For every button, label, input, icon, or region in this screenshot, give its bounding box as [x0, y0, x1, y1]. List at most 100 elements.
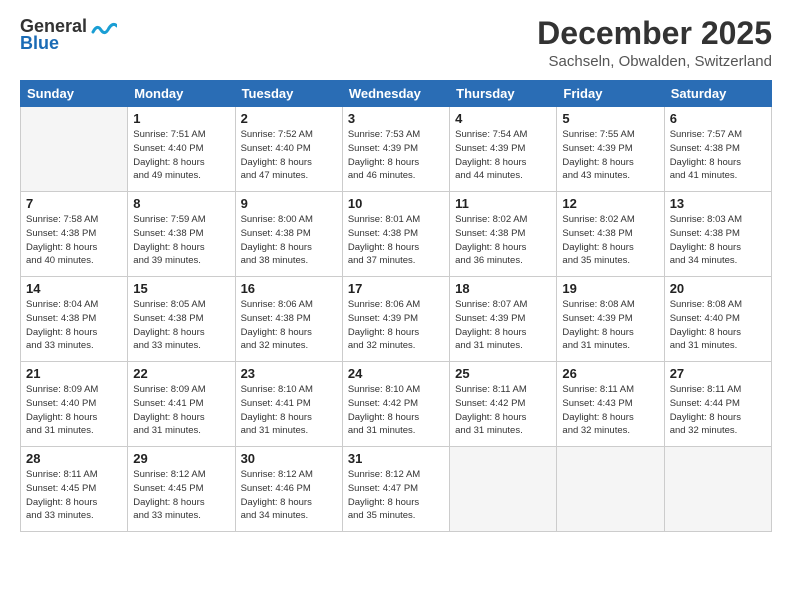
table-row [450, 447, 557, 532]
cell-line: Sunrise: 7:53 AM [348, 128, 444, 142]
cell-line: Sunset: 4:38 PM [133, 227, 229, 241]
cell-line: Daylight: 8 hours [348, 156, 444, 170]
cell-content: Sunrise: 8:10 AMSunset: 4:42 PMDaylight:… [348, 383, 444, 438]
cell-line: Daylight: 8 hours [455, 156, 551, 170]
table-row: 11Sunrise: 8:02 AMSunset: 4:38 PMDayligh… [450, 192, 557, 277]
cell-line: Sunset: 4:42 PM [455, 397, 551, 411]
cell-content: Sunrise: 8:04 AMSunset: 4:38 PMDaylight:… [26, 298, 122, 353]
cell-line: Sunrise: 8:09 AM [133, 383, 229, 397]
calendar-header-row: Sunday Monday Tuesday Wednesday Thursday… [21, 81, 772, 107]
cell-line: Sunrise: 8:01 AM [348, 213, 444, 227]
table-row: 22Sunrise: 8:09 AMSunset: 4:41 PMDayligh… [128, 362, 235, 447]
cell-line: Sunset: 4:40 PM [133, 142, 229, 156]
cell-line: Sunrise: 8:02 AM [562, 213, 658, 227]
cell-line: Sunset: 4:39 PM [562, 142, 658, 156]
table-row: 14 Sunrise: 8:04 AMSunset: 4:38 PMDayligh… [21, 277, 128, 362]
day-number: 16 [241, 281, 337, 296]
cell-line: and 44 minutes. [455, 169, 551, 183]
cell-content: Sunrise: 8:11 AMSunset: 4:43 PMDaylight:… [562, 383, 658, 438]
cell-line: Sunset: 4:45 PM [133, 482, 229, 496]
cell-line: Sunrise: 8:07 AM [455, 298, 551, 312]
table-row: 10 Sunrise: 8:01 AMSunset: 4:38 PMDayligh… [342, 192, 449, 277]
cell-content: Sunrise: 7:54 AMSunset: 4:39 PMDaylight:… [455, 128, 551, 183]
cell-content: Sunrise: 8:05 AMSunset: 4:38 PMDaylight:… [133, 298, 229, 353]
cell-line: Daylight: 8 hours [562, 241, 658, 255]
cell-line: Sunset: 4:46 PM [241, 482, 337, 496]
cell-line: Sunrise: 8:08 AM [562, 298, 658, 312]
cell-line: Daylight: 8 hours [133, 241, 229, 255]
cell-line: and 49 minutes. [133, 169, 229, 183]
cell-content: Sunrise: 7:51 AMSunset: 4:40 PMDaylight:… [133, 128, 229, 183]
day-number: 14 [26, 281, 122, 296]
cell-line: and 32 minutes. [562, 424, 658, 438]
table-row: 29Sunrise: 8:12 AMSunset: 4:45 PMDayligh… [128, 447, 235, 532]
table-row: 23Sunrise: 8:10 AMSunset: 4:41 PMDayligh… [235, 362, 342, 447]
cell-line: and 39 minutes. [133, 254, 229, 268]
cell-line: Daylight: 8 hours [562, 156, 658, 170]
cell-content: Sunrise: 7:59 AMSunset: 4:38 PMDaylight:… [133, 213, 229, 268]
cell-line: Sunset: 4:42 PM [348, 397, 444, 411]
table-row: 20 Sunrise: 8:08 AMSunset: 4:40 PMDayligh… [664, 277, 771, 362]
cell-line: Daylight: 8 hours [348, 326, 444, 340]
table-row: 21Sunrise: 8:09 AMSunset: 4:40 PMDayligh… [21, 362, 128, 447]
cell-content: Sunrise: 8:02 AMSunset: 4:38 PMDaylight:… [455, 213, 551, 268]
table-row: 27Sunrise: 8:11 AMSunset: 4:44 PMDayligh… [664, 362, 771, 447]
table-row: 6Sunrise: 7:57 AMSunset: 4:38 PMDaylight… [664, 107, 771, 192]
cell-line: and 31 minutes. [241, 424, 337, 438]
cell-content: Sunrise: 7:55 AMSunset: 4:39 PMDaylight:… [562, 128, 658, 183]
cell-line: Sunrise: 8:11 AM [455, 383, 551, 397]
cell-line: Daylight: 8 hours [670, 156, 766, 170]
cell-line: Sunrise: 8:09 AM [26, 383, 122, 397]
col-tuesday: Tuesday [235, 81, 342, 107]
cell-line: Daylight: 8 hours [26, 411, 122, 425]
cell-line: Daylight: 8 hours [26, 496, 122, 510]
cell-line: Sunrise: 8:11 AM [562, 383, 658, 397]
cell-line: and 32 minutes. [241, 339, 337, 353]
cell-line: Sunset: 4:41 PM [133, 397, 229, 411]
day-number: 25 [455, 366, 551, 381]
day-number: 10 [348, 196, 444, 211]
cell-line: Sunset: 4:38 PM [26, 227, 122, 241]
table-row: 25 Sunrise: 8:11 AMSunset: 4:42 PMDayligh… [450, 362, 557, 447]
cell-line: Sunrise: 8:08 AM [670, 298, 766, 312]
logo-wave-icon [89, 18, 117, 36]
cell-line: Daylight: 8 hours [455, 411, 551, 425]
cell-line: Sunset: 4:39 PM [455, 142, 551, 156]
day-number: 24 [348, 366, 444, 381]
cell-line: Sunset: 4:40 PM [670, 312, 766, 326]
cell-line: Sunset: 4:38 PM [670, 227, 766, 241]
col-friday: Friday [557, 81, 664, 107]
cell-line: Sunset: 4:38 PM [670, 142, 766, 156]
cell-content: Sunrise: 8:12 AMSunset: 4:45 PMDaylight:… [133, 468, 229, 523]
day-number: 7 [26, 196, 122, 211]
cell-line: Sunrise: 8:12 AM [133, 468, 229, 482]
cell-content: Sunrise: 8:01 AMSunset: 4:38 PMDaylight:… [348, 213, 444, 268]
logo: General Blue [20, 16, 117, 54]
cell-line: Daylight: 8 hours [562, 326, 658, 340]
cell-line: Daylight: 8 hours [133, 496, 229, 510]
table-row: 5Sunrise: 7:55 AMSunset: 4:39 PMDaylight… [557, 107, 664, 192]
cell-line: Sunrise: 7:57 AM [670, 128, 766, 142]
cell-content: Sunrise: 8:02 AMSunset: 4:38 PMDaylight:… [562, 213, 658, 268]
cell-content: Sunrise: 8:07 AMSunset: 4:39 PMDaylight:… [455, 298, 551, 353]
table-row: 13Sunrise: 8:03 AMSunset: 4:38 PMDayligh… [664, 192, 771, 277]
cell-line: Sunset: 4:38 PM [562, 227, 658, 241]
header: General Blue December 2025 Sachseln, Obw… [20, 16, 772, 70]
day-number: 1 [133, 111, 229, 126]
day-number: 12 [562, 196, 658, 211]
day-number: 15 [133, 281, 229, 296]
location-subtitle: Sachseln, Obwalden, Switzerland [537, 53, 772, 70]
cell-content: Sunrise: 8:10 AMSunset: 4:41 PMDaylight:… [241, 383, 337, 438]
cell-content: Sunrise: 8:11 AMSunset: 4:44 PMDaylight:… [670, 383, 766, 438]
day-number: 18 [455, 281, 551, 296]
day-number: 28 [26, 451, 122, 466]
cell-line: and 38 minutes. [241, 254, 337, 268]
cell-line: Sunset: 4:39 PM [348, 312, 444, 326]
cell-line: Sunrise: 8:10 AM [348, 383, 444, 397]
day-number: 3 [348, 111, 444, 126]
cell-line: and 47 minutes. [241, 169, 337, 183]
day-number: 20 [670, 281, 766, 296]
cell-line: and 31 minutes. [348, 424, 444, 438]
cell-content: Sunrise: 8:08 AMSunset: 4:40 PMDaylight:… [670, 298, 766, 353]
cell-content: Sunrise: 7:52 AMSunset: 4:40 PMDaylight:… [241, 128, 337, 183]
